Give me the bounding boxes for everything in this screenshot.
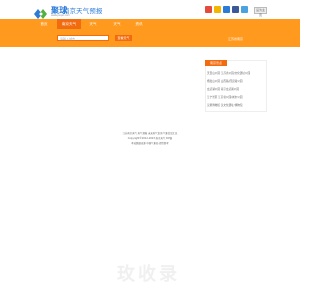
list-item[interactable]: 玄武湖公园 南京玄武湖公园 [207,87,239,91]
list-item[interactable]: 江宁景区 江苏省公园/城市公园 [207,95,242,99]
search-input[interactable]: 请输入城市 [57,35,109,41]
page-title: 南京天气预报 [63,7,103,15]
nav-item-weather-1[interactable]: 天气 [84,19,102,29]
nav-item-nanjing-weather[interactable]: 南京天气 [57,19,81,29]
tencent-icon[interactable] [241,6,248,13]
list-item[interactable]: 栖霞山公园 山西路/西安路公园 [207,79,242,83]
search-band: 请输入城市 查看天气 江苏省南京 [0,29,300,47]
list-item[interactable]: 汉墓博物馆 汉文化遗址/博物馆 [207,103,242,107]
nav-item-weather-2[interactable]: 天气 [108,19,126,29]
search-button[interactable]: 查看天气 [115,35,132,41]
site-header: 聚球 www.jiuqiu.com 南京天气预报 设为主页 [0,0,300,19]
list-item[interactable]: 天目山公园 江苏省公园/文化遗址公园 [207,71,250,75]
rss-icon[interactable] [223,6,230,13]
social-icons [205,6,248,13]
site-footer: 江苏南京天气 天气预报 未来天气查询 气象信息汇总 Copyright©2012… [0,131,300,146]
qzone-icon[interactable] [214,6,221,13]
footer-line: 本站数据来源 中国气象局 提供参考 [131,142,169,145]
share-icon[interactable] [232,6,239,13]
logo-mark-icon [33,5,49,19]
nav-item-news[interactable]: 资讯 [130,19,148,29]
watermark: 玫收录 [117,264,180,285]
weibo-icon[interactable] [205,6,212,13]
set-homepage-button[interactable]: 设为主页 [254,7,267,17]
nav-item-home[interactable]: 首页 [34,19,54,29]
main-nav: 首页 南京天气 天气 天气 资讯 [0,19,300,29]
attractions-panel-title: 南京景点 [205,60,227,66]
region-link[interactable]: 江苏省南京 [228,37,243,41]
